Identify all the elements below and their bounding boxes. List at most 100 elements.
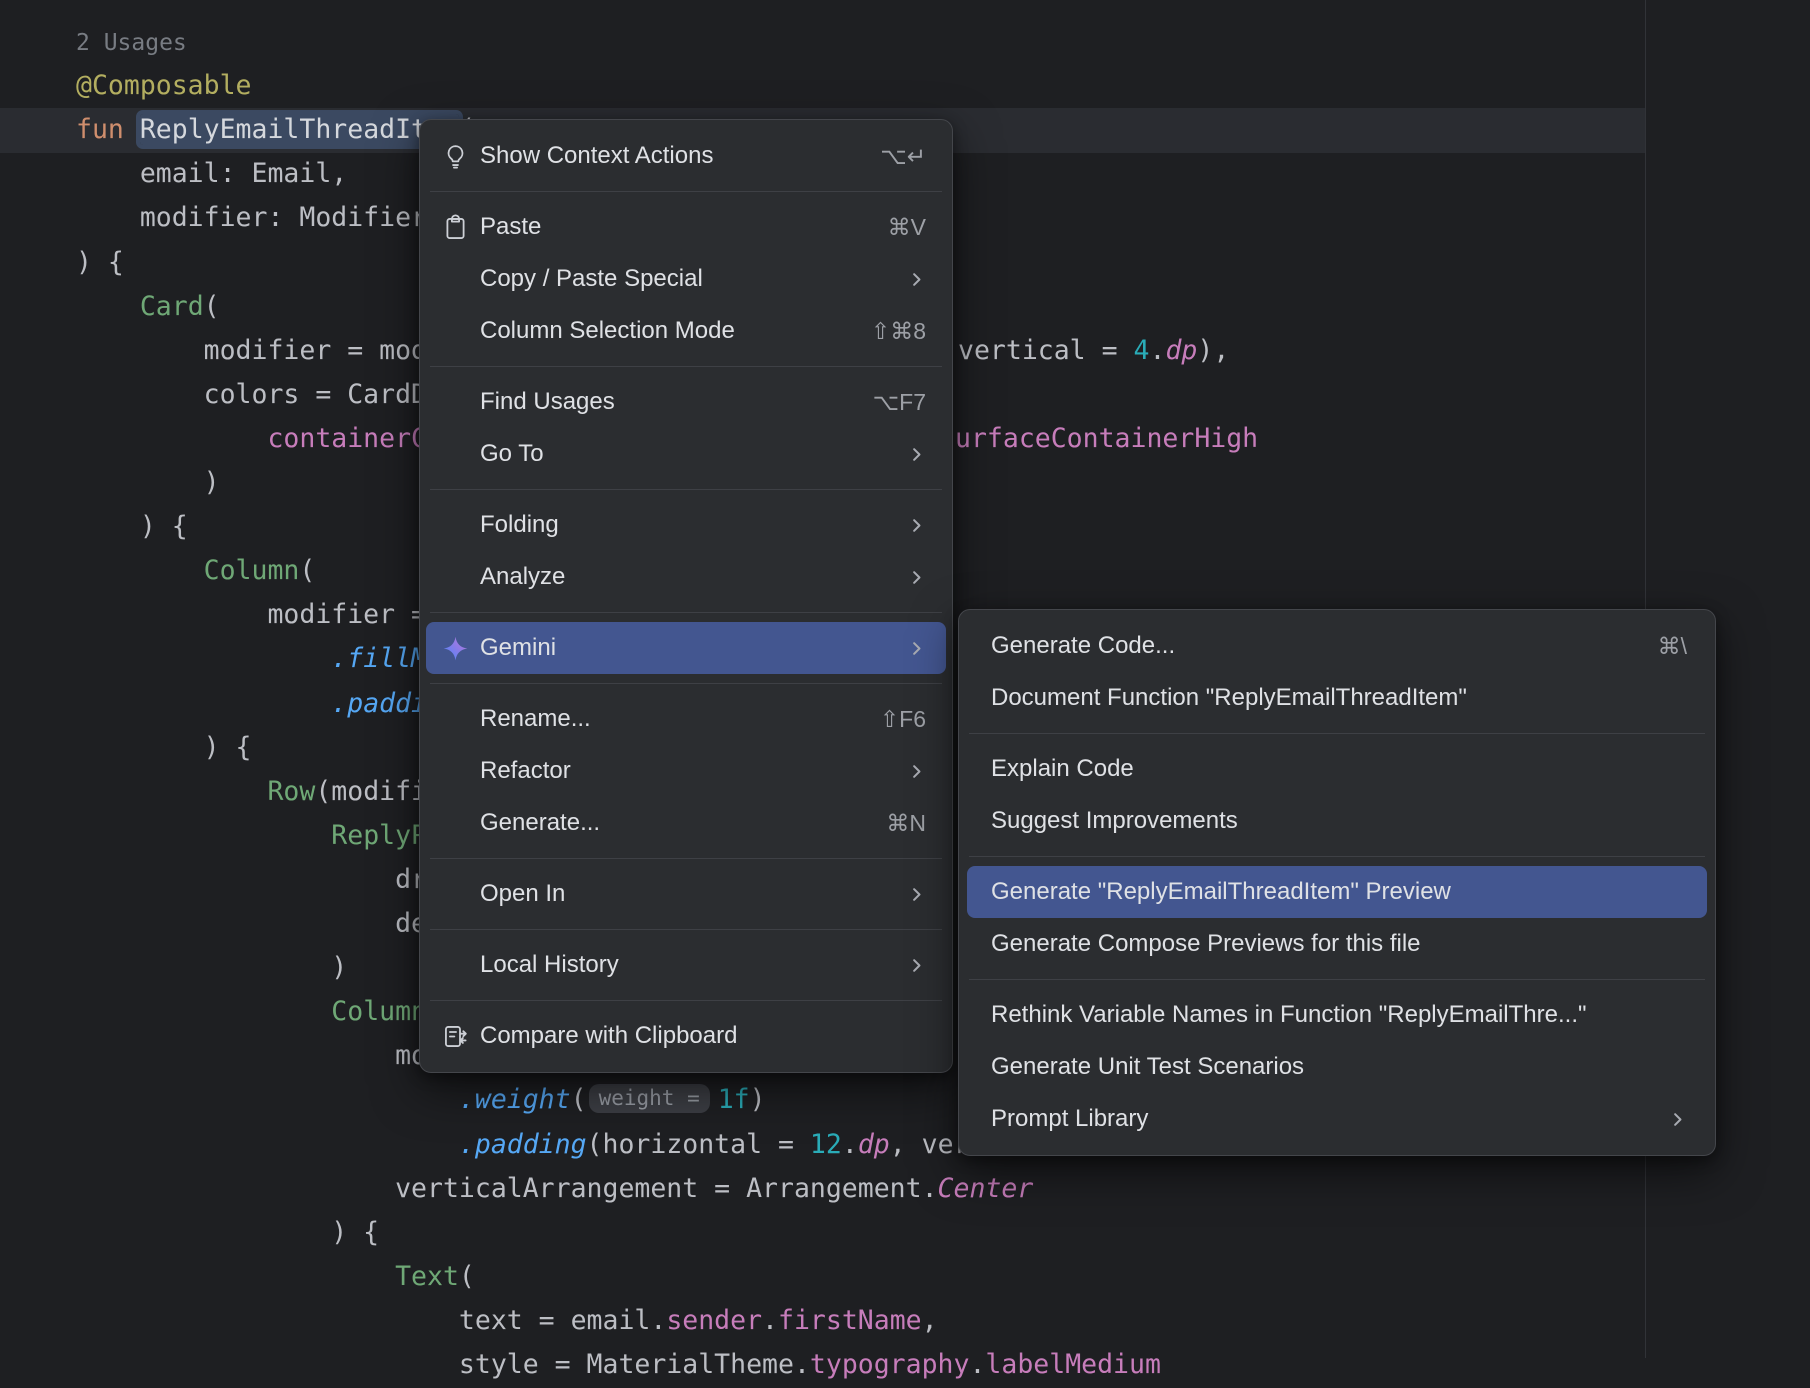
- code-token: Card: [140, 291, 204, 322]
- code-token: 12: [810, 1129, 842, 1160]
- menu-item-prompt-library[interactable]: Prompt Library: [967, 1093, 1707, 1145]
- menu-item-explain-code[interactable]: Explain Code: [967, 743, 1707, 795]
- code-token: .padding: [459, 1129, 587, 1160]
- menu-item-compare-with-clipboard[interactable]: Compare with Clipboard: [426, 1010, 946, 1062]
- code-line[interactable]: .padding(horizontal = 12.dp, ver: [76, 1123, 970, 1168]
- usages-code-vision[interactable]: 2 Usages: [76, 30, 187, 56]
- menu-item-refactor[interactable]: Refactor: [426, 745, 946, 797]
- code-line[interactable]: .padding(: [76, 682, 475, 727]
- menu-item-analyze[interactable]: Analyze: [426, 551, 946, 603]
- menu-item-show-context-actions[interactable]: Show Context Actions⌥↵: [426, 130, 946, 182]
- code-token: Row: [267, 776, 315, 807]
- menu-item-label: Copy / Paste Special: [480, 265, 883, 293]
- menu-separator: [430, 191, 942, 192]
- menu-item-label: Generate Code...: [991, 632, 1634, 660]
- menu-item-shortcut: ⌘V: [888, 214, 926, 241]
- code-line[interactable]: ) {: [76, 726, 252, 771]
- code-line[interactable]: Column(: [76, 990, 443, 1035]
- code-fragment[interactable]: urfaceContainerHigh: [955, 417, 1258, 462]
- menu-item-suggest-improvements[interactable]: Suggest Improvements: [967, 795, 1707, 847]
- code-line[interactable]: style = MaterialTheme.typography.labelMe…: [76, 1343, 1161, 1388]
- code-token: (: [204, 291, 220, 322]
- code-token: [76, 1261, 395, 1292]
- code-token: .: [842, 1129, 858, 1160]
- submenu-arrow-icon: [1668, 1110, 1687, 1129]
- code-line[interactable]: Column(: [76, 549, 315, 594]
- code-token: ) {: [76, 1217, 379, 1248]
- code-token: Column: [331, 996, 427, 1027]
- menu-item-copy-paste-special[interactable]: Copy / Paste Special: [426, 253, 946, 305]
- menu-item-gemini[interactable]: Gemini: [426, 622, 946, 674]
- code-line[interactable]: ): [76, 461, 220, 506]
- menu-item-label: Generate Compose Previews for this file: [991, 930, 1687, 958]
- code-token: ): [750, 1084, 766, 1115]
- menu-item-column-selection-mode[interactable]: Column Selection Mode⇧⌘8: [426, 305, 946, 357]
- menu-item-generate[interactable]: Generate...⌘N: [426, 797, 946, 849]
- code-token: [76, 776, 267, 807]
- code-token: fun: [76, 114, 140, 145]
- menu-item-local-history[interactable]: Local History: [426, 939, 946, 991]
- code-token: (: [299, 555, 315, 586]
- menu-item-rethink-variable-names-in-function-replyemailthre[interactable]: Rethink Variable Names in Function "Repl…: [967, 989, 1707, 1041]
- code-token: ): [76, 467, 220, 498]
- menu-item-generate-compose-previews-for-this-file[interactable]: Generate Compose Previews for this file: [967, 918, 1707, 970]
- empty-icon: [442, 758, 480, 785]
- menu-item-label: Column Selection Mode: [480, 317, 847, 345]
- code-line[interactable]: verticalArrangement = Arrangement.Center: [76, 1167, 1033, 1212]
- menu-item-label: Document Function "ReplyEmailThreadItem": [991, 684, 1687, 712]
- submenu-arrow-icon: [907, 445, 926, 464]
- code-line[interactable]: ) {: [76, 1211, 379, 1256]
- menu-item-folding[interactable]: Folding: [426, 499, 946, 551]
- code-token: .weight: [459, 1084, 571, 1115]
- menu-item-label: Prompt Library: [991, 1105, 1644, 1133]
- menu-item-rename[interactable]: Rename...⇧F6: [426, 693, 946, 745]
- empty-icon: [442, 512, 480, 539]
- code-line[interactable]: @Composable: [76, 64, 252, 109]
- menu-item-generate-code[interactable]: Generate Code... ⌘\: [967, 620, 1707, 672]
- code-line[interactable]: email: Email,: [76, 152, 347, 197]
- menu-item-label: Compare with Clipboard: [480, 1022, 926, 1050]
- menu-separator: [430, 929, 942, 930]
- code-line[interactable]: Card(: [76, 285, 220, 330]
- code-token: 1f: [718, 1084, 750, 1115]
- code-token: dp: [858, 1129, 890, 1160]
- code-line[interactable]: ) {: [76, 505, 188, 550]
- menu-item-label: Show Context Actions: [480, 142, 856, 170]
- menu-item-shortcut: ⌘N: [886, 810, 926, 837]
- menu-item-shortcut: ⇧F6: [880, 706, 926, 733]
- code-line[interactable]: text = email.sender.firstName,: [76, 1299, 938, 1344]
- empty-icon: [442, 318, 480, 345]
- empty-icon: [442, 706, 480, 733]
- code-token: [76, 643, 331, 674]
- code-token: .: [969, 1349, 985, 1380]
- empty-icon: [442, 810, 480, 837]
- code-fragment[interactable]: vertical = 4.dp),: [958, 329, 1229, 374]
- code-line[interactable]: ): [76, 946, 347, 991]
- inlay-hint: weight =: [589, 1084, 710, 1113]
- code-line[interactable]: ) {: [76, 241, 124, 286]
- code-line[interactable]: Text(: [76, 1255, 475, 1300]
- menu-item-find-usages[interactable]: Find Usages⌥F7: [426, 376, 946, 428]
- menu-item-generate-replyemailthreaditem-preview[interactable]: Generate "ReplyEmailThreadItem" Preview: [967, 866, 1707, 918]
- menu-item-generate-unit-test-scenarios[interactable]: Generate Unit Test Scenarios: [967, 1041, 1707, 1093]
- menu-item-paste[interactable]: Paste⌘V: [426, 201, 946, 253]
- code-token: [76, 555, 204, 586]
- menu-item-open-in[interactable]: Open In: [426, 868, 946, 920]
- menu-separator: [969, 856, 1705, 857]
- menu-item-label: Refactor: [480, 757, 883, 785]
- menu-item-document-function-replyemailthreaditem[interactable]: Document Function "ReplyEmailThreadItem": [967, 672, 1707, 724]
- menu-item-go-to[interactable]: Go To: [426, 428, 946, 480]
- submenu-arrow-icon: [907, 270, 926, 289]
- submenu-arrow-icon: [907, 516, 926, 535]
- code-line[interactable]: .weight(weight =1f): [76, 1078, 766, 1123]
- code-line[interactable]: fun ReplyEmailThreadItem(: [76, 108, 475, 153]
- code-token: [76, 820, 331, 851]
- menu-separator: [969, 733, 1705, 734]
- code-token: Text: [395, 1261, 459, 1292]
- code-token: typography: [810, 1349, 970, 1380]
- submenu-arrow-icon: [907, 885, 926, 904]
- menu-item-shortcut: ⌘\: [1658, 633, 1687, 660]
- menu-item-label: Rethink Variable Names in Function "Repl…: [991, 1001, 1687, 1029]
- code-token: ,: [922, 1305, 938, 1336]
- code-line[interactable]: 2 Usages: [76, 20, 187, 65]
